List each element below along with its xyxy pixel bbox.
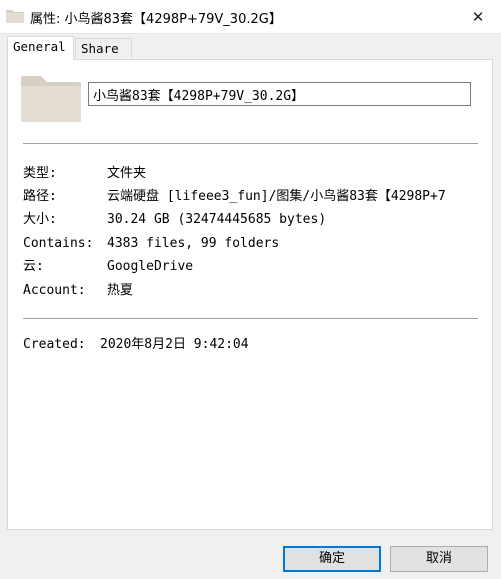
property-value: 30.24 GB (32474445685 bytes) bbox=[107, 212, 327, 227]
folder-icon bbox=[6, 10, 24, 23]
property-label: 大小: bbox=[23, 212, 57, 227]
title-bar: 属性: 小鸟酱83套【4298P+79V_30.2G】 ✕ bbox=[0, 0, 501, 34]
property-value: 热夏 bbox=[107, 283, 134, 298]
cancel-button[interactable]: 取消 bbox=[390, 546, 488, 572]
property-value: 文件夹 bbox=[107, 166, 147, 181]
property-label: 云: bbox=[23, 259, 44, 274]
property-value: GoogleDrive bbox=[107, 259, 194, 274]
window-title: 属性: 小鸟酱83套【4298P+79V_30.2G】 bbox=[30, 12, 282, 27]
divider bbox=[23, 143, 478, 144]
close-button[interactable]: ✕ bbox=[455, 0, 501, 33]
close-icon: ✕ bbox=[471, 7, 485, 26]
property-label: 类型: bbox=[23, 166, 57, 181]
tab-share[interactable]: Share bbox=[75, 38, 132, 58]
property-value: 云端硬盘 [lifeee3_fun]/图集/小鸟酱83套【4298P+7 bbox=[107, 189, 446, 204]
property-label: Account: bbox=[23, 283, 86, 298]
property-value: 4383 files, 99 folders bbox=[107, 236, 280, 251]
divider bbox=[23, 318, 478, 319]
property-value: 2020年8月2日 9:42:04 bbox=[100, 337, 249, 352]
property-label: Created: bbox=[23, 337, 86, 352]
ok-button[interactable]: 确定 bbox=[283, 546, 381, 572]
folder-name-field[interactable]: 小鸟酱83套【4298P+79V_30.2G】 bbox=[88, 82, 471, 106]
property-label: Contains: bbox=[23, 236, 94, 251]
property-label: 路径: bbox=[23, 189, 57, 204]
folder-large-icon bbox=[21, 76, 81, 122]
tab-general[interactable]: General bbox=[7, 36, 74, 60]
